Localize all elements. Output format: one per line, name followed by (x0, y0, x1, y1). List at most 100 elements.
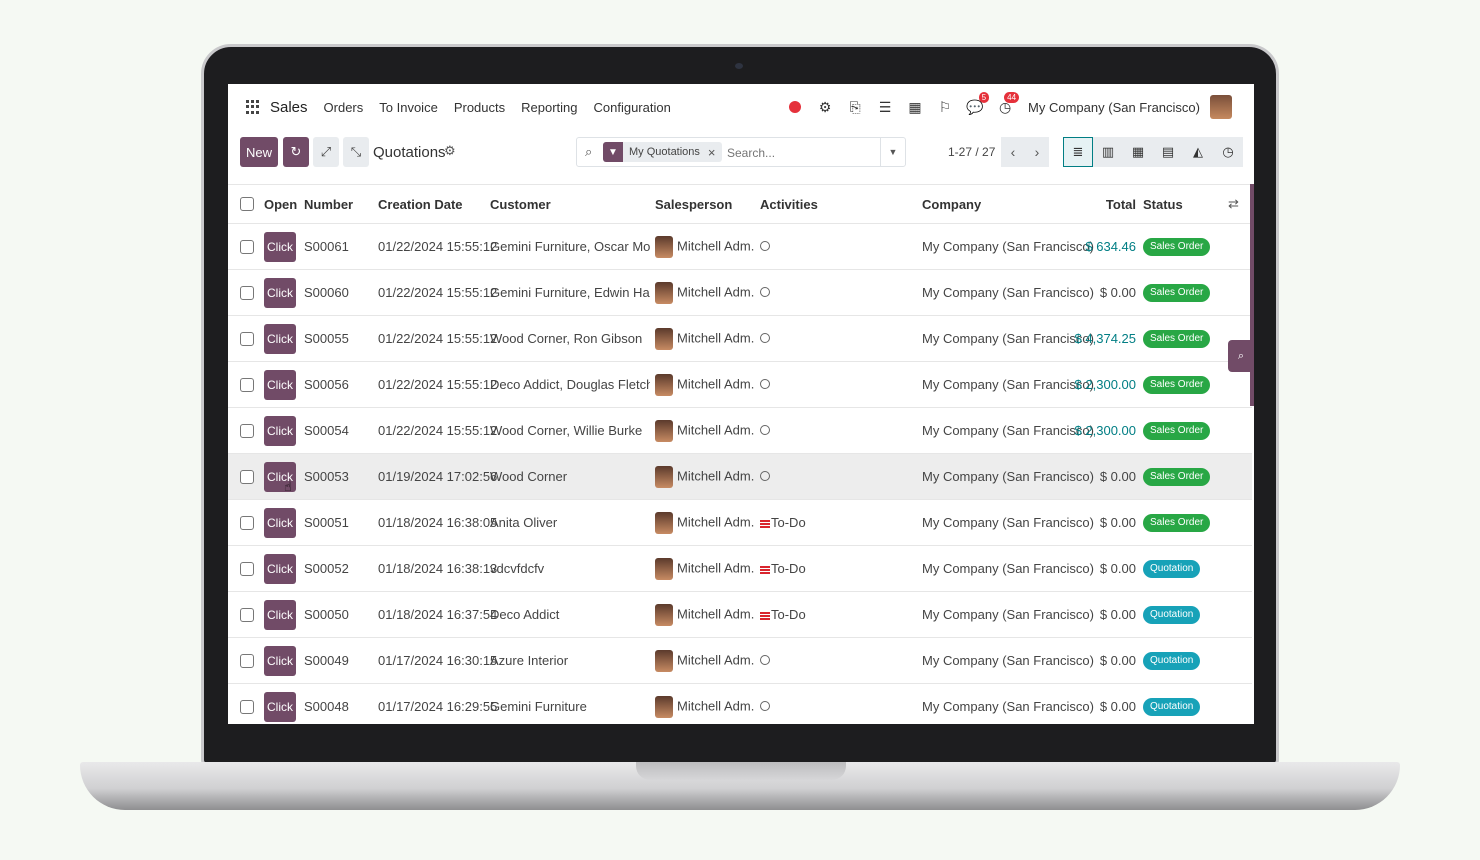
settings-gear-icon[interactable]: ⚙ (810, 97, 840, 117)
row-checkbox[interactable] (240, 561, 254, 576)
select-all-checkbox[interactable] (240, 197, 254, 211)
expand-icon[interactable]: ⤢ (313, 137, 339, 167)
table-row[interactable]: Click S00049 01/17/2024 16:30:15 Azure Inte… (228, 638, 1252, 684)
activity-cell[interactable]: To-Do (760, 607, 806, 622)
header-open[interactable]: Open (264, 197, 297, 212)
menu-products[interactable]: Products (454, 100, 505, 115)
activity-cell[interactable] (760, 699, 770, 714)
translate-icon[interactable]: ⎘ (840, 97, 870, 117)
activity-cell[interactable] (760, 653, 770, 668)
header-number[interactable]: Number (304, 197, 353, 212)
graph-view-icon[interactable]: ◭ (1183, 137, 1213, 167)
kanban-view-icon[interactable]: ▥ (1093, 137, 1123, 167)
collapse-icon[interactable]: ⤡ (343, 137, 369, 167)
header-company[interactable]: Company (922, 197, 981, 212)
row-checkbox[interactable] (240, 423, 254, 438)
pager-previous-icon[interactable]: ‹ (1001, 137, 1025, 167)
row-checkbox[interactable] (240, 653, 254, 668)
row-checkbox[interactable] (240, 699, 254, 714)
activity-clock-icon[interactable] (760, 471, 770, 481)
menu-configuration[interactable]: Configuration (594, 100, 671, 115)
calendar-view-icon[interactable]: ▦ (1123, 137, 1153, 167)
search-icon[interactable]: ⌕ (585, 144, 592, 160)
header-salesperson[interactable]: Salesperson (655, 197, 755, 212)
row-checkbox[interactable] (240, 515, 254, 530)
open-click-button[interactable]: Click (264, 645, 296, 676)
table-row[interactable]: Click S00060 01/22/2024 15:55:12 Gemini Fur… (228, 270, 1252, 316)
activities-clock-icon[interactable]: ◷ 44 (990, 92, 1020, 117)
open-click-button[interactable]: Click (264, 369, 296, 400)
user-avatar[interactable] (1210, 95, 1232, 119)
pager-value[interactable]: 1-27 / 27 (948, 145, 995, 159)
row-checkbox[interactable] (240, 377, 254, 392)
open-click-button[interactable]: Click (264, 415, 296, 446)
creation-date: 01/22/2024 15:55:12 (378, 377, 498, 392)
activity-cell[interactable] (760, 285, 770, 300)
search-input[interactable] (725, 138, 879, 168)
remove-facet-icon[interactable]: × (706, 145, 722, 160)
activity-cell[interactable] (760, 239, 770, 254)
app-brand[interactable]: Sales (270, 99, 308, 116)
search-options-toggle-icon[interactable]: ▼ (880, 138, 905, 166)
activity-cell[interactable] (760, 423, 770, 438)
activity-clock-icon[interactable] (760, 655, 770, 665)
open-click-button[interactable]: Click (264, 277, 296, 308)
table-row[interactable]: Click S00053 01/19/2024 17:02:56 Wood Corne… (228, 454, 1252, 500)
company-switcher[interactable]: My Company (San Francisco) (1028, 100, 1200, 115)
row-checkbox[interactable] (240, 239, 254, 254)
header-activities[interactable]: Activities (760, 197, 818, 212)
table-row[interactable]: Click S00050 01/18/2024 16:37:54 Deco Addic… (228, 592, 1252, 638)
activity-clock-icon[interactable] (760, 333, 770, 343)
pager-next-icon[interactable]: › (1025, 137, 1049, 167)
row-checkbox[interactable] (240, 331, 254, 346)
table-row[interactable]: Click S00061 01/22/2024 15:55:12 Gemini Fur… (228, 224, 1252, 270)
header-status[interactable]: Status (1143, 197, 1183, 212)
scrollbar[interactable] (1250, 184, 1254, 406)
table-row[interactable]: Click S00051 01/18/2024 16:38:05 Anita Oliv… (228, 500, 1252, 546)
open-click-button[interactable]: Click (264, 231, 296, 262)
calculator-icon[interactable]: ▦ (900, 97, 930, 117)
row-checkbox[interactable] (240, 285, 254, 300)
open-click-button[interactable]: Click (264, 599, 296, 630)
activity-cell[interactable]: To-Do (760, 561, 806, 576)
table-row[interactable]: Click S00048 01/17/2024 16:29:55 Gemini Fur… (228, 684, 1252, 724)
apps-grid-icon[interactable] (246, 100, 260, 114)
activity-clock-icon[interactable] (760, 379, 770, 389)
record-icon[interactable] (780, 97, 810, 117)
header-customer[interactable]: Customer (490, 197, 650, 212)
activity-clock-icon[interactable] (760, 425, 770, 435)
pivot-view-icon[interactable]: ▤ (1153, 137, 1183, 167)
header-creation-date[interactable]: Creation Date (378, 197, 463, 212)
server-icon[interactable]: ☰ (870, 97, 900, 117)
activity-clock-icon[interactable] (760, 701, 770, 711)
row-checkbox[interactable] (240, 607, 254, 622)
row-checkbox[interactable] (240, 469, 254, 484)
table-row[interactable]: Click S00055 01/22/2024 15:55:12 Wood Corne… (228, 316, 1252, 362)
bookmark-icon[interactable]: ⚐ (930, 97, 960, 117)
activity-clock-icon[interactable] (760, 241, 770, 251)
header-total[interactable]: Total (1068, 197, 1136, 212)
open-click-button[interactable]: Click (264, 507, 296, 538)
open-click-button[interactable]: Click (264, 323, 296, 354)
messages-icon[interactable]: 💬 5 (960, 92, 990, 117)
refresh-icon[interactable]: ↻ (283, 137, 309, 167)
activity-cell[interactable]: To-Do (760, 515, 806, 530)
menu-orders[interactable]: Orders (324, 100, 364, 115)
optional-columns-icon[interactable]: ⇄ (1228, 196, 1239, 212)
activity-clock-icon[interactable] (760, 287, 770, 297)
open-click-button[interactable]: Click (264, 691, 296, 722)
table-row[interactable]: Click S00056 01/22/2024 15:55:12 Deco Addic… (228, 362, 1252, 408)
activity-cell[interactable] (760, 377, 770, 392)
activity-cell[interactable] (760, 469, 770, 484)
list-view-icon[interactable]: ≣ (1063, 137, 1093, 167)
table-row[interactable]: Click S00054 01/22/2024 15:55:12 Wood Corne… (228, 408, 1252, 454)
activity-view-icon[interactable]: ◷ (1213, 137, 1243, 167)
new-button[interactable]: New (240, 137, 278, 167)
menu-to-invoice[interactable]: To Invoice (379, 100, 438, 115)
actions-gear-icon[interactable]: ⚙ (444, 143, 456, 159)
open-click-button[interactable]: Click (264, 553, 296, 584)
menu-reporting[interactable]: Reporting (521, 100, 577, 115)
activity-cell[interactable] (760, 331, 770, 346)
zoom-icon[interactable]: ⌕ (1228, 340, 1254, 372)
table-row[interactable]: Click S00052 01/18/2024 16:38:13 vdcvfdcfv M… (228, 546, 1252, 592)
